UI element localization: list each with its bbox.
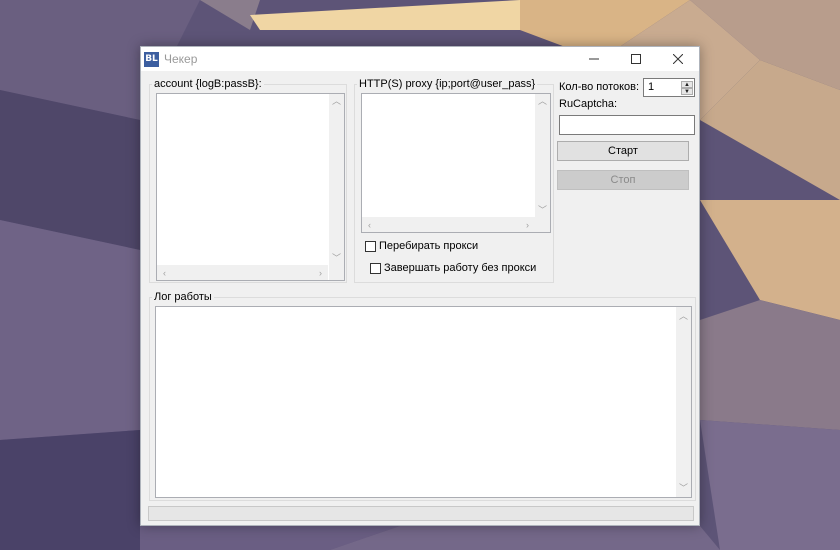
scroll-up-arrow-icon[interactable]: ︿ xyxy=(535,96,550,106)
spin-down-icon[interactable]: ▼ xyxy=(681,88,693,95)
minimize-icon xyxy=(589,58,599,60)
close-icon xyxy=(672,53,684,65)
scroll-down-arrow-icon[interactable]: ﹀ xyxy=(329,253,344,263)
threads-label: Кол-во потоков: xyxy=(559,81,640,93)
accounts-vertical-scrollbar[interactable]: ︿ ﹀ xyxy=(329,94,344,265)
scroll-left-arrow-icon[interactable]: ‹ xyxy=(362,220,377,230)
close-button[interactable] xyxy=(657,47,699,71)
proxy-group-label: HTTP(S) proxy {ip;port@user_pass} xyxy=(359,78,536,90)
maximize-button[interactable] xyxy=(615,47,657,71)
maximize-icon xyxy=(631,54,641,64)
app-logo-icon: BL xyxy=(144,52,159,67)
scroll-up-arrow-icon[interactable]: ︿ xyxy=(329,96,344,106)
title-bar[interactable]: BL Чекер xyxy=(141,47,699,71)
scroll-down-arrow-icon[interactable]: ﹀ xyxy=(676,483,691,493)
stop-without-proxy-label[interactable]: Завершать работу без прокси xyxy=(384,262,536,274)
scroll-up-arrow-icon[interactable]: ︿ xyxy=(676,311,691,321)
log-group-label: Лог работы xyxy=(154,291,212,303)
minimize-button[interactable] xyxy=(573,47,615,71)
stop-button[interactable]: Стоп xyxy=(557,170,689,190)
log-textarea[interactable]: ︿ ﹀ xyxy=(155,306,692,498)
stop-without-proxy-checkbox[interactable] xyxy=(370,263,381,274)
checker-window: BL Чекер account {logB:passB}: ︿ ﹀ ‹ › H… xyxy=(140,46,700,526)
threads-value[interactable]: 1 xyxy=(648,81,654,93)
accounts-group-label: account {logB:passB}: xyxy=(154,78,262,90)
proxy-horizontal-scrollbar[interactable]: ‹ › xyxy=(362,217,535,232)
start-button[interactable]: Старт xyxy=(557,141,689,161)
status-bar xyxy=(148,506,694,521)
log-vertical-scrollbar[interactable]: ︿ ﹀ xyxy=(676,307,691,497)
threads-spinbox[interactable]: 1 ▲ ▼ xyxy=(643,78,695,97)
scroll-right-arrow-icon[interactable]: › xyxy=(313,268,328,278)
scroll-down-arrow-icon[interactable]: ﹀ xyxy=(535,205,550,215)
scroll-left-arrow-icon[interactable]: ‹ xyxy=(157,268,172,278)
spin-up-icon[interactable]: ▲ xyxy=(681,81,693,88)
proxy-textarea[interactable]: ︿ ﹀ ‹ › xyxy=(361,93,551,233)
captcha-label: RuCaptcha: xyxy=(559,98,618,110)
accounts-textarea[interactable]: ︿ ﹀ ‹ › xyxy=(156,93,345,281)
accounts-horizontal-scrollbar[interactable]: ‹ › xyxy=(157,265,328,280)
scroll-corner xyxy=(329,265,344,280)
window-title: Чекер xyxy=(164,52,198,66)
captcha-input[interactable] xyxy=(559,115,695,135)
rotate-proxy-checkbox[interactable] xyxy=(365,241,376,252)
scroll-corner xyxy=(535,217,550,232)
proxy-vertical-scrollbar[interactable]: ︿ ﹀ xyxy=(535,94,550,217)
rotate-proxy-label[interactable]: Перебирать прокси xyxy=(379,240,478,252)
scroll-right-arrow-icon[interactable]: › xyxy=(520,220,535,230)
